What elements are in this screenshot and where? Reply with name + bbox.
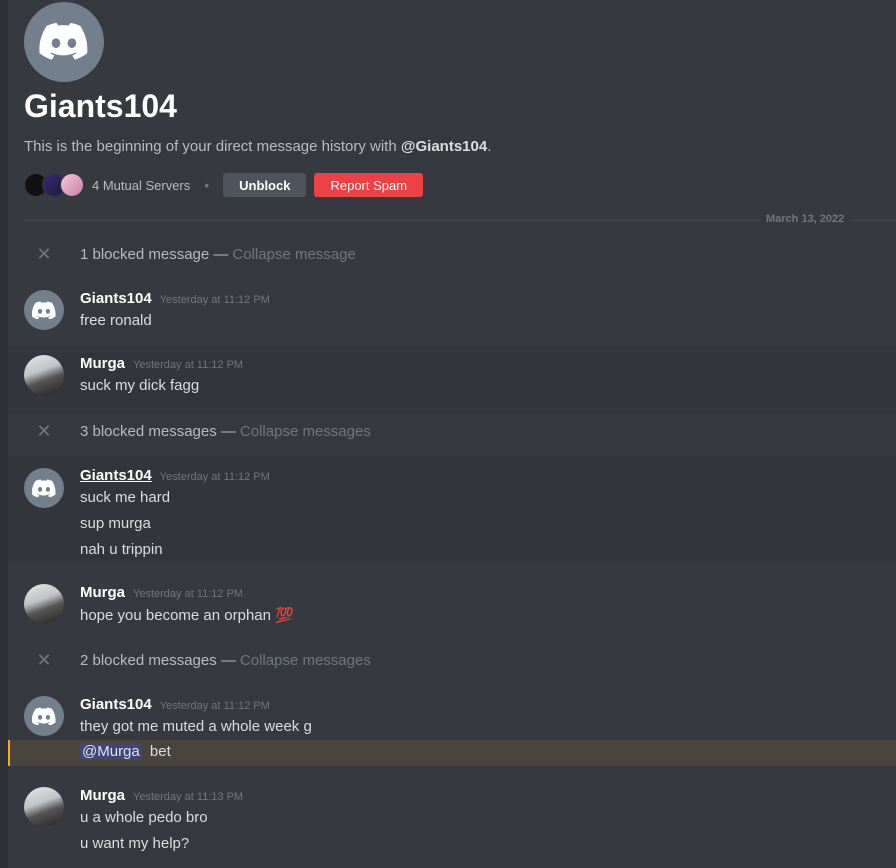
dm-subtitle: This is the beginning of your direct mes…	[24, 138, 491, 155]
avatar[interactable]	[24, 355, 64, 395]
close-icon[interactable]: ✕	[8, 244, 80, 265]
message-text: suck my dick fagg	[80, 377, 200, 394]
blocked-count: 3 blocked messages —	[80, 422, 236, 440]
dm-title: Giants104	[24, 88, 177, 124]
timestamp: Yesterday at 11:12 PM	[133, 588, 244, 600]
username[interactable]: Murga	[80, 584, 125, 601]
message-text: @Murga bet	[80, 743, 171, 760]
separator-dot: •	[204, 177, 210, 193]
message-header: Giants104 Yesterday at 11:12 PM	[80, 467, 270, 484]
subtitle-text: This is the beginning of your direct mes…	[24, 138, 401, 155]
blocked-messages-row: ✕ 1 blocked message — Collapse message	[8, 242, 896, 266]
message-text: hope you become an orphan 💯	[80, 607, 294, 624]
avatar[interactable]	[24, 584, 64, 624]
message-group: Murga Yesterday at 11:12 PM suck my dick…	[8, 345, 896, 415]
mention-message-text: bet	[149, 743, 171, 760]
mutual-servers-row: 4 Mutual Servers • Unblock Report Spam	[24, 173, 424, 197]
subtitle-handle: @Giants104	[400, 138, 488, 155]
close-icon[interactable]: ✕	[8, 650, 80, 671]
discord-logo-icon	[32, 479, 56, 497]
message-header: Murga Yesterday at 11:13 PM	[80, 787, 243, 804]
avatar[interactable]	[24, 696, 64, 736]
collapse-link[interactable]: Collapse message	[232, 246, 355, 263]
username[interactable]: Murga	[80, 787, 125, 804]
date-divider-label: March 13, 2022	[760, 213, 851, 225]
collapse-link[interactable]: Collapse messages	[240, 423, 371, 440]
message-text: free ronald	[80, 312, 152, 329]
discord-logo-icon	[32, 707, 56, 725]
message-list: Giants104 This is the beginning of your …	[8, 0, 896, 868]
mention-highlighted-message: @Murga bet	[8, 740, 896, 766]
timestamp: Yesterday at 11:12 PM	[159, 700, 270, 712]
timestamp: Yesterday at 11:13 PM	[133, 791, 244, 803]
message-group: Giants104 Yesterday at 11:12 PM they got…	[8, 696, 896, 740]
dm-avatar	[24, 2, 104, 82]
username[interactable]: Giants104	[80, 290, 152, 307]
subtitle-suffix: .	[487, 138, 492, 155]
timestamp: Yesterday at 11:12 PM	[159, 471, 270, 483]
message-group: Murga Yesterday at 11:13 PM u a whole pe…	[8, 787, 896, 857]
timestamp: Yesterday at 11:12 PM	[159, 294, 270, 306]
message-header: Giants104 Yesterday at 11:12 PM	[80, 696, 270, 713]
message-text: nah u trippin	[80, 541, 163, 558]
discord-logo-icon	[32, 301, 56, 319]
blocked-count: 1 blocked message —	[80, 245, 229, 263]
message-text: u a whole pedo bro	[80, 809, 208, 826]
message-header: Giants104 Yesterday at 11:12 PM	[80, 290, 270, 307]
message-group: Murga Yesterday at 11:12 PM hope you bec…	[8, 584, 896, 628]
username[interactable]: Giants104	[80, 467, 152, 484]
message-text: sup murga	[80, 515, 151, 532]
sidebar-edge	[0, 0, 8, 868]
mutual-servers-link[interactable]: 4 Mutual Servers	[92, 178, 190, 193]
unblock-button[interactable]: Unblock	[223, 173, 307, 197]
avatar[interactable]	[24, 468, 64, 508]
message-text: suck me hard	[80, 489, 171, 506]
message-text: they got me muted a whole week g	[80, 718, 312, 735]
server-icon-3[interactable]	[60, 173, 84, 197]
blocked-messages-row: ✕ 2 blocked messages — Collapse messages	[8, 648, 896, 672]
username[interactable]: Murga	[80, 355, 125, 372]
avatar[interactable]	[24, 290, 64, 330]
close-icon[interactable]: ✕	[8, 421, 80, 442]
report-spam-button[interactable]: Report Spam	[314, 173, 424, 197]
discord-logo-icon	[39, 23, 88, 60]
message-group: Giants104 Yesterday at 11:12 PM suck me …	[8, 456, 896, 562]
blocked-messages-row: ✕ 3 blocked messages — Collapse messages	[8, 419, 896, 443]
collapse-link[interactable]: Collapse messages	[240, 652, 371, 669]
message-group: Giants104 Yesterday at 11:12 PM free ron…	[8, 290, 896, 334]
message-header: Murga Yesterday at 11:12 PM	[80, 355, 243, 372]
user-mention[interactable]: @Murga	[80, 743, 142, 760]
message-header: Murga Yesterday at 11:12 PM	[80, 584, 243, 601]
avatar[interactable]	[24, 787, 64, 827]
timestamp: Yesterday at 11:12 PM	[133, 359, 244, 371]
message-text: u want my help?	[80, 835, 190, 852]
username[interactable]: Giants104	[80, 696, 152, 713]
blocked-count: 2 blocked messages —	[80, 651, 236, 669]
